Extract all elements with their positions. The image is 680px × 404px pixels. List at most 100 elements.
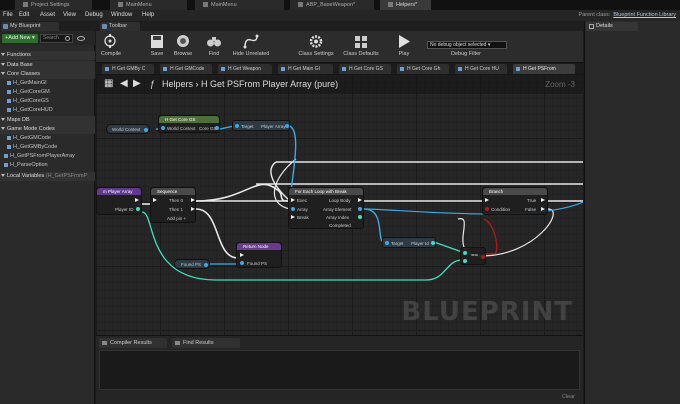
save-button[interactable]: Save [147,33,167,61]
exec-pin[interactable] [541,207,545,211]
branch-node[interactable]: Branch Condition True False [482,187,548,215]
find-button[interactable]: Find [204,33,224,61]
details-panel: Details [584,21,680,404]
pin-dot[interactable] [463,251,467,255]
tab-compiler-results[interactable]: Compiler Results [99,338,167,348]
graph-tab[interactable]: H Get Weapon [218,64,272,74]
tree-item[interactable]: H_GetGMCode [0,134,95,143]
parent-class-link[interactable]: Blueprint Function Library [613,12,676,18]
doc-tab-mainmenu-2[interactable]: MainMenu [195,0,285,10]
found-ps-variable[interactable]: Found PS [174,259,210,269]
menu-window[interactable]: Window [111,10,132,21]
pin-dot[interactable] [240,261,244,265]
local-variables-header[interactable]: Local Variables (H_GetPSFromP [0,172,95,181]
player-array-getter-node[interactable]: Target Player Array [232,120,290,131]
exec-pin[interactable] [291,198,295,202]
exec-pin[interactable] [358,198,362,202]
tree-item-selected[interactable]: H_GetPSFromPlayerArray [0,152,95,161]
graph-tab[interactable]: H Get Core GS [339,64,391,74]
chevron-down-icon [1,72,5,76]
exec-pin[interactable] [541,198,545,202]
pin-dot[interactable] [463,259,467,263]
pin-dot[interactable] [161,126,165,130]
menu-help[interactable]: Help [142,10,154,21]
debug-object-select[interactable]: No debug object selected ▾ [427,41,507,49]
tree-item[interactable]: H_GetMainGI [0,79,95,88]
panel-tab-my-blueprint[interactable]: My Blueprint [1,22,59,31]
graph-tab-active[interactable]: H Get PSFrom [513,64,575,74]
doc-tab-mainmenu-1[interactable]: MainMenu [110,0,188,10]
exec-pin[interactable] [135,198,139,202]
browse-button[interactable]: Browse [171,33,195,61]
forward-arrow-icon[interactable]: ▶ [133,79,141,89]
tab-find-results[interactable]: Find Results [172,338,240,348]
eye-icon[interactable] [77,36,85,41]
exec-pin[interactable] [291,215,295,219]
play-button[interactable]: Play [394,33,414,61]
pin-dot[interactable] [385,241,389,245]
tree-item[interactable]: Game Mode Codes [0,125,95,134]
for-each-loop-node[interactable]: For Each Loop with Break Exec Array Brea… [288,187,364,229]
class-settings-button[interactable]: Class Settings [296,33,336,61]
equals-node[interactable]: == [460,247,486,265]
home-icon[interactable]: ▦ [104,79,113,89]
menu-asset[interactable]: Asset [40,10,55,21]
breadcrumb-root[interactable]: Helpers [162,79,193,89]
compile-button[interactable]: Compile [99,33,123,61]
tree-item[interactable]: H_GetGMByCode [0,143,95,152]
pin-dot[interactable] [358,215,362,219]
tree-item[interactable]: H_GetCoreGM [0,88,95,97]
tree-item[interactable]: Core Classes [0,70,95,79]
graph-tab[interactable]: H Get Core HU [455,64,507,74]
pin-dot[interactable] [204,263,208,267]
graph-tab[interactable]: H Get GMBy C [102,64,154,74]
doc-tab-project-settings[interactable]: Project Settings [15,0,93,10]
doc-tab-helpers[interactable]: Helpers* [380,0,432,10]
pin-dot[interactable] [358,207,362,211]
pin-dot[interactable] [285,124,289,128]
get-core-gs-node[interactable]: H Get Core GS World Context Core GS [158,115,220,133]
tree-item[interactable]: H_ParseOption [0,161,95,170]
back-arrow-icon[interactable]: ◀ [120,79,128,89]
clear-button[interactable]: Clear [562,394,575,400]
pin-dot[interactable] [431,241,435,245]
pin-dot[interactable] [136,207,140,211]
menu-file[interactable]: File [3,10,13,21]
doc-tab-abp-baseweapon[interactable]: ABP_BaseWeapon* [290,0,375,10]
pin-dot[interactable] [235,124,239,128]
exec-pin[interactable] [191,207,195,211]
menu-view[interactable]: View [63,10,76,21]
return-node[interactable]: Return Node Found PS [236,242,282,268]
pin-dot[interactable] [215,126,219,130]
exec-pin[interactable] [485,198,489,202]
menu-edit[interactable]: Edit [19,10,29,21]
panel-tab-toolbar[interactable]: Toolbar [100,22,140,31]
add-pin-button[interactable]: Add pin + [167,216,186,221]
tree-item[interactable]: H_GetCoreGS [0,97,95,106]
anim-blueprint-icon [298,2,303,8]
panel-tab-details[interactable]: Details [586,22,638,31]
class-defaults-button[interactable]: Class Defaults [341,33,381,61]
pin-dot[interactable] [481,255,485,259]
hide-unrelated-button[interactable]: Hide Unrelated [232,33,270,61]
pin-dot[interactable] [485,207,489,211]
exec-pin[interactable] [191,198,195,202]
add-new-button[interactable]: +Add New ▾ [2,34,38,43]
tree-item[interactable]: Maps DB [0,116,95,125]
function-entry-node[interactable]: m Player Array Player ID [96,187,142,215]
sequence-node[interactable]: Sequence Then 0 Then 1 Add pin + [150,187,196,223]
exec-pin[interactable] [153,198,157,202]
exec-pin[interactable] [240,253,244,257]
graph-tab[interactable]: H Get Main GI [278,64,333,74]
pin-dot[interactable] [144,128,148,132]
world-context-node[interactable]: World Context [106,124,150,134]
graph-canvas[interactable]: ▦ ◀ ▶ ƒ Helpers › H Get PSFrom Player Ar… [96,74,583,335]
graph-tab[interactable]: H Get Core Gh [397,64,449,74]
tree-item[interactable]: H_GetCoreHUD [0,106,95,115]
functions-header[interactable]: Functions [0,51,95,60]
pin-dot[interactable] [291,207,295,211]
menu-debug[interactable]: Debug [85,10,103,21]
tree-item[interactable]: Data Base [0,61,95,70]
player-id-getter-node[interactable]: Target Player Id [382,237,436,248]
graph-tab[interactable]: H Get GMCode [160,64,212,74]
